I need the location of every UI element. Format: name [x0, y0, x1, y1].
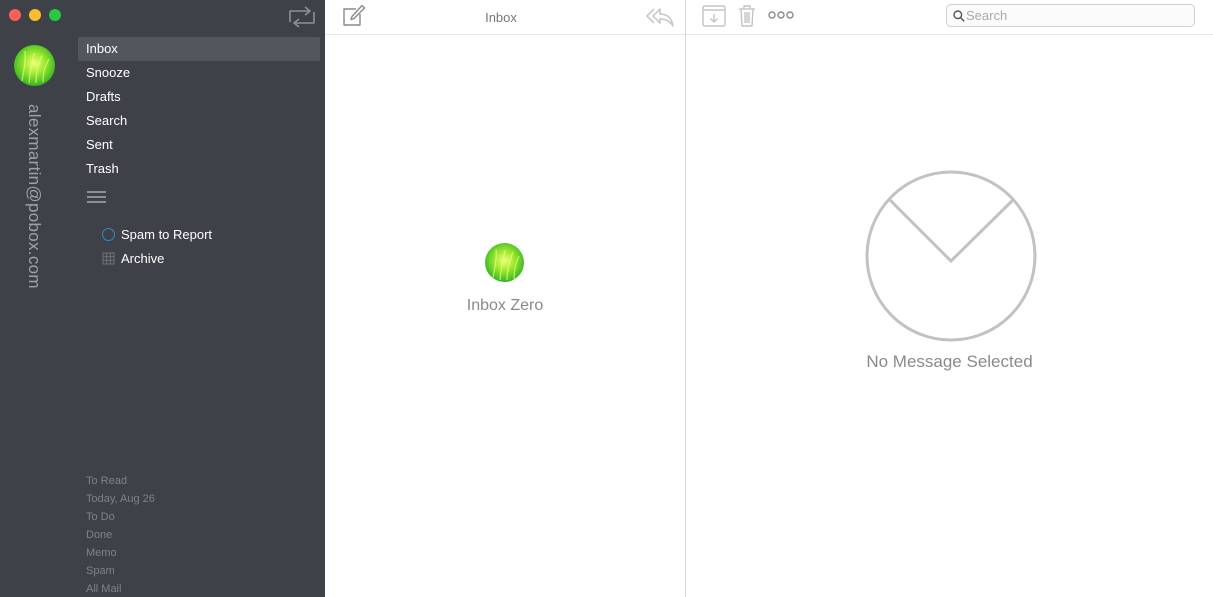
folder-spam-to-report[interactable]: Spam to Report: [102, 224, 212, 244]
sidebar-item-spam[interactable]: Spam: [86, 562, 155, 580]
sidebar-item-today[interactable]: Today, Aug 26: [86, 490, 155, 508]
inbox-zero-avatar: [485, 243, 524, 282]
search-field[interactable]: [946, 4, 1195, 27]
sidebar-item-drafts[interactable]: Drafts: [78, 85, 320, 109]
no-message-label: No Message Selected: [866, 352, 1033, 371]
sidebar-item-done[interactable]: Done: [86, 526, 155, 544]
trash-icon[interactable]: [738, 4, 756, 28]
window-maximize-button[interactable]: [49, 9, 61, 21]
archive-icon[interactable]: [702, 5, 726, 27]
sidebar-item-to-read[interactable]: To Read: [86, 472, 155, 490]
sync-icon[interactable]: [287, 5, 317, 29]
search-icon: [953, 10, 965, 22]
hamburger-icon[interactable]: [87, 191, 106, 204]
sidebar-item-memo[interactable]: Memo: [86, 544, 155, 562]
sidebar-item-search[interactable]: Search: [78, 109, 320, 133]
list-toolbar: Inbox: [325, 0, 685, 35]
folder-label: Archive: [121, 250, 165, 266]
folder-label: Spam to Report: [121, 226, 213, 242]
sidebar-item-trash[interactable]: Trash: [78, 157, 320, 181]
sidebar-smart-folders: To Read Today, Aug 26 To Do Done Memo Sp…: [86, 472, 155, 597]
envelope-icon: [865, 170, 1037, 342]
more-icon[interactable]: [768, 8, 794, 22]
reply-all-icon[interactable]: [645, 6, 675, 28]
grid-icon: [102, 252, 115, 264]
window-close-button[interactable]: [9, 9, 21, 21]
account-email: alexmartin@pobox.com: [25, 104, 44, 289]
sidebar-nav: Inbox Snooze Drafts Search Sent Trash: [78, 37, 320, 181]
inbox-zero-label: Inbox Zero: [466, 297, 544, 314]
sidebar-item-inbox[interactable]: Inbox: [78, 37, 320, 61]
sidebar-item-sent[interactable]: Sent: [78, 133, 320, 157]
folder-archive[interactable]: Archive: [102, 248, 164, 268]
message-list-pane: Inbox Inbox Zero: [325, 0, 685, 597]
sidebar-item-to-do[interactable]: To Do: [86, 508, 155, 526]
circle-icon: [102, 227, 115, 241]
reading-toolbar: [686, 0, 1213, 35]
sidebar-item-all-mail[interactable]: All Mail: [86, 580, 155, 597]
reading-pane: No Message Selected: [686, 0, 1213, 597]
list-title: Inbox: [485, 10, 517, 25]
account-avatar[interactable]: [14, 45, 55, 86]
window-minimize-button[interactable]: [29, 9, 41, 21]
sidebar: alexmartin@pobox.com Inbox Snooze Drafts…: [0, 0, 325, 597]
search-input[interactable]: [966, 7, 1186, 24]
sidebar-item-snooze[interactable]: Snooze: [78, 61, 320, 85]
